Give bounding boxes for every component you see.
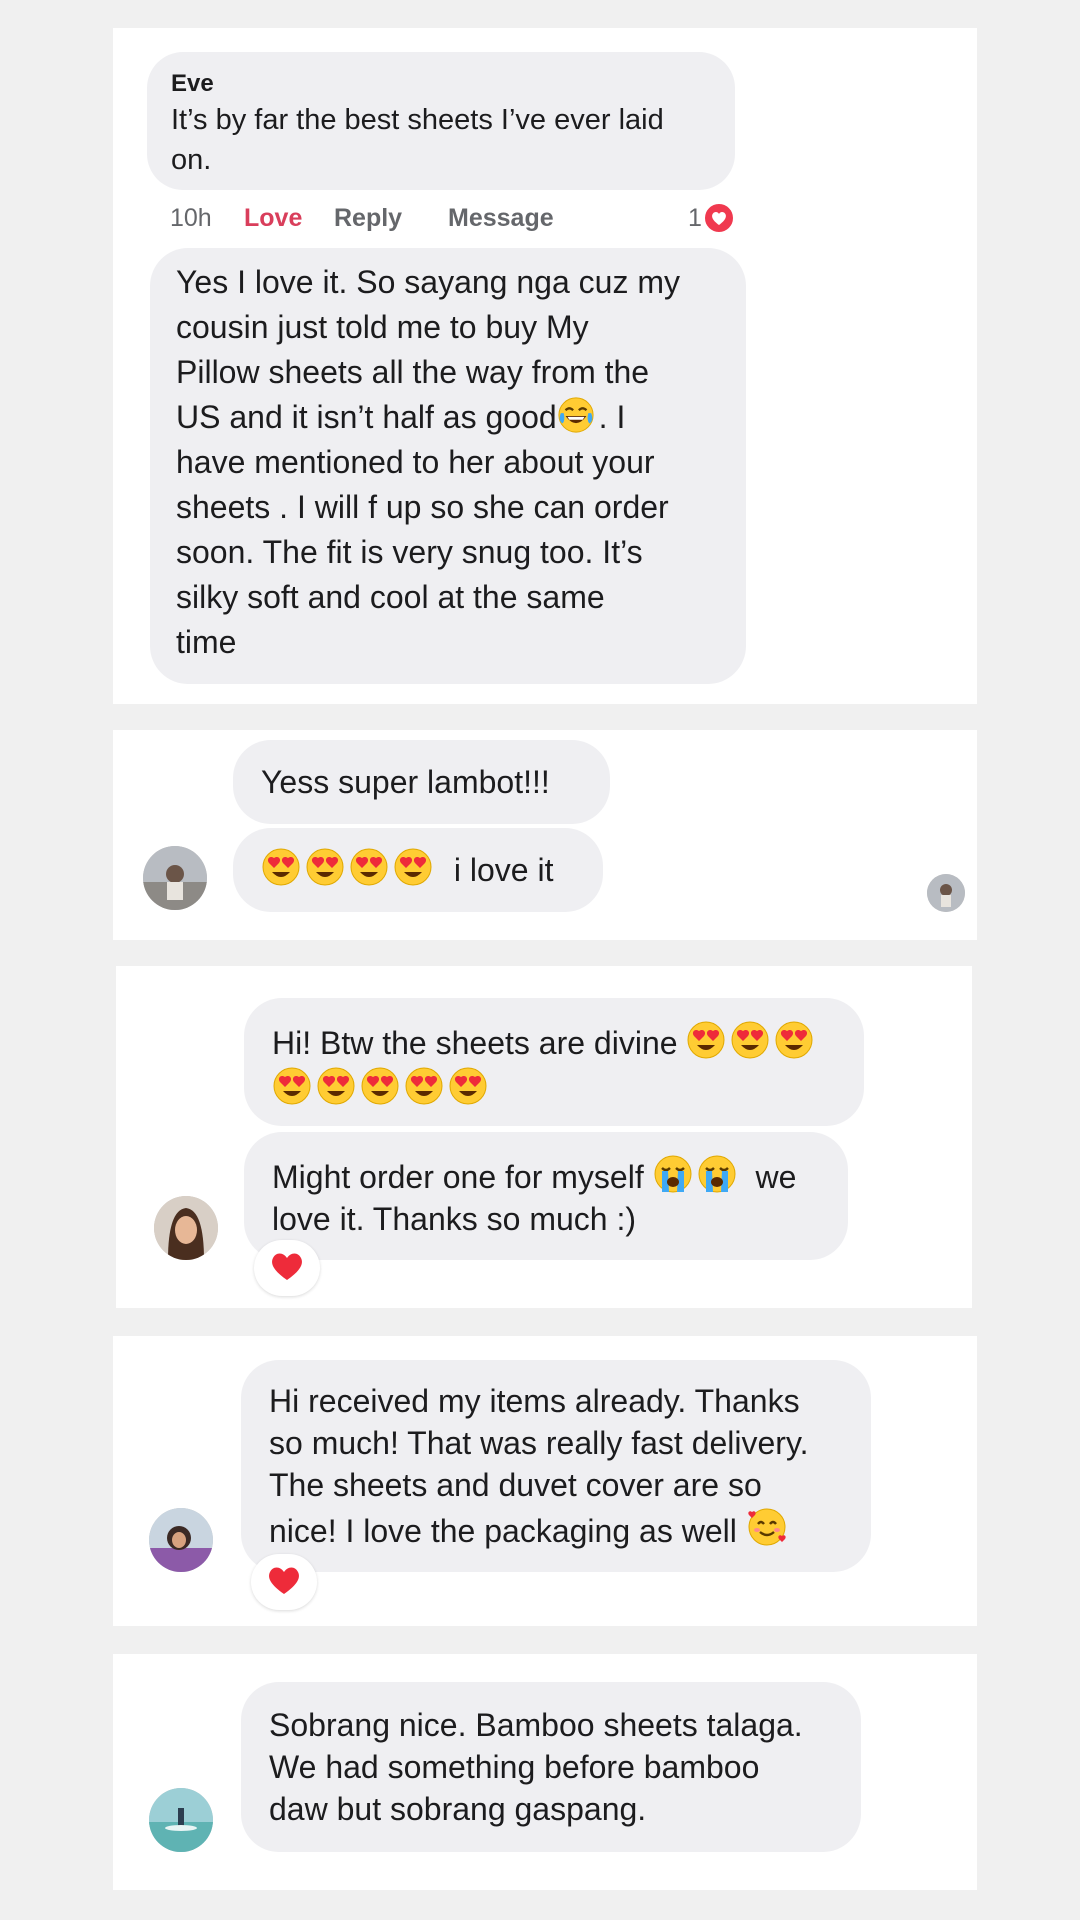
chat-card: Hi received my items already. Thanks so … — [113, 1336, 977, 1626]
comment-text-line: It’s by far the best sheets I’ve ever la… — [171, 104, 664, 136]
reply-line: silky soft and cool at the same — [176, 579, 605, 615]
message-line: The sheets and duvet cover are so — [269, 1467, 762, 1503]
avatar[interactable] — [154, 1196, 218, 1260]
comment-card: Eve It’s by far the best sheets I’ve eve… — [113, 28, 977, 704]
chat-card: Yess super lambot!!! i love it — [113, 730, 977, 940]
message-text: i love it — [453, 852, 554, 888]
love-button[interactable]: Love — [244, 198, 302, 238]
message-line: Might order one for myself we — [272, 1154, 820, 1198]
message-bubble: Yess super lambot!!! — [233, 740, 610, 824]
reaction-badge[interactable] — [251, 1554, 317, 1610]
emoji-row — [272, 1066, 836, 1110]
comment-text-line: on. — [171, 144, 212, 176]
reply-line: cousin just told me to buy My — [176, 309, 589, 345]
message-line: nice! I love the packaging as well — [269, 1506, 843, 1552]
chat-card: Sobrang nice. Bamboo sheets talaga. We h… — [113, 1654, 977, 1890]
smiling-face-with-hearts-icon — [746, 1506, 788, 1548]
face-with-tears-of-joy-icon — [557, 396, 595, 434]
reply-line-text: US and it isn’t half as good — [176, 399, 557, 435]
chat-card: Hi! Btw the sheets are divine Might orde… — [116, 966, 972, 1308]
red-heart-icon — [267, 1565, 301, 1600]
message-bubble: i love it — [233, 828, 603, 912]
reply-line: sheets . I will f up so she can order — [176, 489, 669, 525]
reply-line: have mentioned to her about your — [176, 444, 655, 480]
comment-text: It’s by far the best sheets I’ve ever la… — [171, 100, 711, 180]
heart-eyes-icon — [272, 1066, 312, 1106]
reply-button[interactable]: Reply — [334, 198, 402, 238]
loudly-crying-face-icon — [697, 1154, 737, 1194]
comment-time: 10h — [170, 204, 212, 232]
message-bubble: Hi! Btw the sheets are divine — [244, 998, 864, 1126]
love-reaction-icon — [703, 202, 735, 234]
reaction-count[interactable]: 1 — [688, 198, 702, 238]
message-line: daw but sobrang gaspang. — [269, 1791, 647, 1827]
loudly-crying-face-icon — [653, 1154, 693, 1194]
message-text: Yess super lambot!!! — [261, 764, 550, 800]
message-bubble: Might order one for myself we love it. T… — [244, 1132, 848, 1260]
heart-eyes-icon — [360, 1066, 400, 1106]
red-heart-icon — [270, 1251, 304, 1286]
message-line: so much! That was really fast delivery. — [269, 1425, 809, 1461]
reply-line: time — [176, 624, 237, 660]
reply-line: Yes I love it. So sayang nga cuz my — [176, 264, 680, 300]
message-line: Hi received my items already. Thanks — [269, 1383, 800, 1419]
message-bubble: Hi received my items already. Thanks so … — [241, 1360, 871, 1572]
reply-line-text: . I — [598, 399, 626, 435]
message-button[interactable]: Message — [448, 198, 554, 238]
heart-eyes-icon — [404, 1066, 444, 1106]
heart-eyes-icon — [686, 1020, 726, 1060]
heart-eyes-icon — [316, 1066, 356, 1106]
heart-eyes-icon — [730, 1020, 770, 1060]
reply-line: soon. The fit is very snug too. It’s — [176, 534, 643, 570]
reaction-badge[interactable] — [254, 1240, 320, 1296]
avatar[interactable] — [149, 1508, 213, 1572]
reply-line: Pillow sheets all the way from the — [176, 354, 650, 390]
reply-line: US and it isn’t half as good . I — [176, 395, 720, 440]
heart-eyes-icon — [305, 847, 345, 887]
comment-author[interactable]: Eve — [171, 70, 711, 98]
message-line: love it. Thanks so much :) — [272, 1201, 636, 1237]
reply-bubble: Yes I love it. So sayang nga cuz my cous… — [150, 248, 746, 684]
avatar[interactable] — [149, 1788, 213, 1852]
comment-actions: 10h Love Reply Message 1 — [170, 198, 735, 238]
message-line: We had something before bamboo — [269, 1749, 760, 1785]
heart-eyes-icon — [448, 1066, 488, 1106]
heart-eyes-icon — [774, 1020, 814, 1060]
comment-bubble: Eve It’s by far the best sheets I’ve eve… — [147, 52, 735, 190]
message-text: we — [755, 1159, 797, 1195]
message-bubble: Sobrang nice. Bamboo sheets talaga. We h… — [241, 1682, 861, 1852]
heart-eyes-icon — [349, 847, 389, 887]
heart-eyes-icon — [393, 847, 433, 887]
avatar[interactable] — [143, 846, 207, 910]
message-text: Might order one for myself — [272, 1159, 644, 1195]
message-text: Hi! Btw the sheets are divine — [272, 1025, 678, 1061]
read-receipt-avatar — [927, 874, 965, 912]
heart-eyes-icon — [261, 847, 301, 887]
message-line: Sobrang nice. Bamboo sheets talaga. — [269, 1707, 803, 1743]
message-text: nice! I love the packaging as well — [269, 1513, 737, 1549]
